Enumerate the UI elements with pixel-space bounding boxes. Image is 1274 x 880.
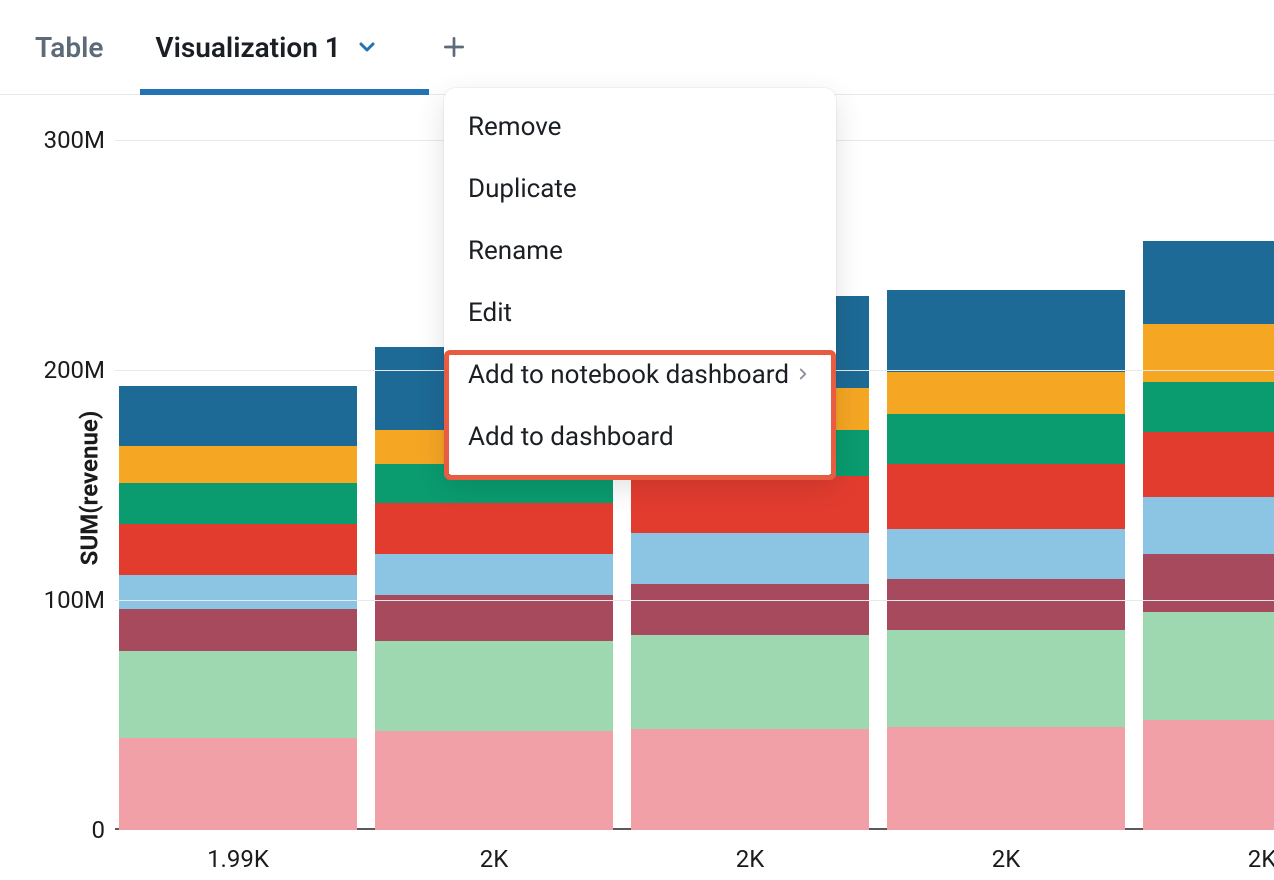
bar-segment [1143, 554, 1274, 612]
add-tab-button[interactable] [441, 34, 467, 60]
menu-item-remove[interactable]: Remove [444, 96, 836, 158]
bar-segment [1143, 720, 1274, 830]
bar-segment [1143, 241, 1274, 324]
bar-segment [1143, 324, 1274, 382]
bar-column[interactable] [119, 386, 357, 830]
bar-segment [887, 529, 1125, 580]
x-tick-label: 2K [992, 845, 1021, 873]
y-tick-label: 300M [40, 126, 105, 154]
menu-item-add-to-notebook-dashboard[interactable]: Add to notebook dashboard [444, 344, 836, 406]
bar-segment [887, 464, 1125, 528]
x-tick-label: 1.99K [207, 845, 269, 873]
menu-item-add-to-dashboard[interactable]: Add to dashboard [444, 406, 836, 468]
menu-item-rename[interactable]: Rename [444, 220, 836, 282]
bar-segment [631, 635, 869, 729]
bar-segment [887, 630, 1125, 727]
bar-segment [1143, 382, 1274, 433]
menu-item-label: Edit [468, 298, 512, 328]
menu-item-label: Duplicate [468, 174, 577, 204]
x-tick-label: 2K [736, 845, 765, 873]
tab-table-label: Table [35, 31, 103, 64]
bar-segment [375, 595, 613, 641]
bar-segment [887, 290, 1125, 373]
menu-item-label: Rename [468, 236, 563, 266]
bar-segment [119, 738, 357, 830]
chevron-down-icon[interactable] [355, 35, 379, 59]
bar-segment [375, 554, 613, 595]
bar-segment [375, 641, 613, 731]
bar-segment [631, 584, 869, 635]
menu-item-label: Add to notebook dashboard [468, 360, 789, 390]
bar-segment [1143, 432, 1274, 496]
menu-item-label: Add to dashboard [468, 422, 674, 452]
tab-visualization-label: Visualization 1 [155, 31, 340, 64]
menu-item-edit[interactable]: Edit [444, 282, 836, 344]
bar-segment [119, 651, 357, 738]
bar-segment [1143, 497, 1274, 555]
bar-column[interactable] [1143, 241, 1274, 830]
bar-segment [119, 524, 357, 575]
bar-segment [375, 503, 613, 554]
bar-segment [375, 731, 613, 830]
menu-item-duplicate[interactable]: Duplicate [444, 158, 836, 220]
bar-segment [631, 729, 869, 830]
bar-segment [631, 476, 869, 534]
y-tick-label: 0 [40, 816, 105, 844]
bar-segment [887, 372, 1125, 413]
y-tick-label: 200M [40, 356, 105, 384]
bar-segment [119, 446, 357, 483]
y-tick-label: 100M [40, 586, 105, 614]
gridline [115, 600, 1274, 601]
menu-item-label: Remove [468, 112, 561, 142]
tab-table[interactable]: Table [35, 0, 103, 94]
bar-segment [119, 575, 357, 610]
bar-segment [887, 579, 1125, 630]
bar-segment [119, 483, 357, 524]
bar-segment [119, 609, 357, 650]
bar-segment [887, 727, 1125, 831]
chevron-right-icon [794, 360, 812, 390]
x-tick-label: 2K [480, 845, 509, 873]
tab-context-menu: Remove Duplicate Rename Edit Add to note… [444, 88, 836, 476]
x-tick-label: 2K [1248, 845, 1274, 873]
bar-segment [119, 386, 357, 446]
bar-segment [887, 414, 1125, 465]
bar-segment [1143, 612, 1274, 720]
bar-segment [631, 533, 869, 584]
tab-visualization-1[interactable]: Visualization 1 [155, 0, 378, 94]
tabs-bar: Table Visualization 1 [0, 0, 1274, 95]
y-axis-label: SUM(revenue) [75, 410, 103, 565]
